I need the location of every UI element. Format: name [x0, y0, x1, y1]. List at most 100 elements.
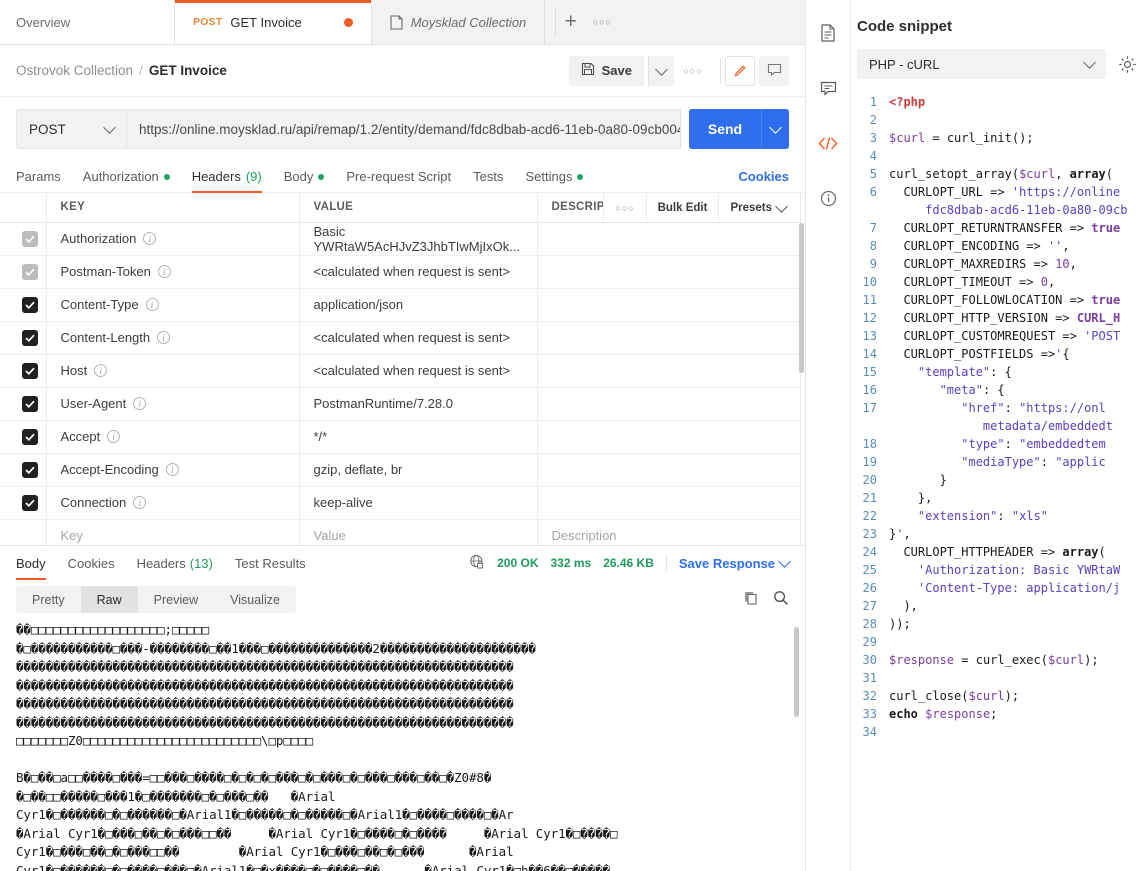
row-checkbox-cell — [0, 255, 47, 289]
language-select[interactable]: PHP - cURL — [857, 49, 1106, 79]
tab-authorization[interactable]: Authorization — [72, 161, 181, 193]
breadcrumb-request[interactable]: GET Invoice — [149, 63, 227, 78]
tab-params[interactable]: Params — [16, 161, 72, 193]
placeholder-description-cell[interactable]: Description — [537, 519, 801, 545]
tab-tests[interactable]: Tests — [462, 161, 514, 193]
response-tab-cookies[interactable]: Cookies — [57, 546, 126, 580]
code-token: <?php — [889, 95, 926, 109]
cookies-link[interactable]: Cookies — [738, 169, 789, 184]
row-key-cell[interactable]: Accept-Encoding i — [46, 453, 300, 487]
format-visualize[interactable]: Visualize — [214, 586, 296, 613]
send-button[interactable]: Send — [689, 109, 761, 149]
row-value-cell[interactable]: application/json — [299, 288, 538, 322]
row-value-cell[interactable]: */* — [299, 420, 538, 454]
info-icon[interactable]: i — [133, 496, 147, 509]
info-icon[interactable]: i — [157, 265, 171, 278]
code-snippet-body[interactable]: 1 <?php 2 3 $curl = curl_init(); 4 5 curl_set… — [851, 85, 1144, 871]
save-button[interactable]: Save — [568, 55, 644, 86]
info-icon[interactable] — [815, 185, 841, 211]
headers-table-scrollbar[interactable] — [799, 223, 804, 373]
row-enabled-checkbox[interactable] — [21, 230, 38, 247]
row-value-cell[interactable]: <calculated when request is sent> — [299, 321, 538, 355]
response-tab-headers[interactable]: Headers (13) — [126, 546, 224, 580]
row-description-cell[interactable] — [537, 453, 801, 487]
row-value-cell[interactable]: gzip, deflate, br — [299, 453, 538, 487]
response-body-line: ����������������������������������������… — [16, 714, 514, 730]
row-enabled-checkbox[interactable] — [21, 296, 38, 313]
response-tab-body[interactable]: Body — [16, 546, 57, 580]
save-response-button[interactable]: Save Response — [665, 555, 791, 571]
row-key-cell[interactable]: Content-Type i — [46, 288, 300, 322]
row-key-cell[interactable]: Accept i — [46, 420, 300, 454]
format-preview[interactable]: Preview — [138, 586, 214, 613]
edit-request-button[interactable] — [725, 55, 755, 86]
row-enabled-checkbox[interactable] — [21, 461, 38, 478]
url-input[interactable]: https://online.moysklad.ru/api/remap/1.2… — [126, 109, 681, 149]
info-icon[interactable]: i — [143, 232, 157, 245]
bulk-edit-button[interactable]: Bulk Edit — [645, 193, 719, 222]
row-enabled-checkbox[interactable] — [21, 329, 38, 346]
row-enabled-checkbox[interactable] — [21, 494, 38, 511]
headers-more-icon[interactable]: ○○○ — [603, 193, 645, 222]
comments-button[interactable] — [759, 55, 789, 86]
row-key-cell[interactable]: Content-Length i — [46, 321, 300, 355]
placeholder-key-cell[interactable]: Key — [46, 519, 300, 545]
breadcrumb-collection[interactable]: Ostrovok Collection — [16, 63, 133, 78]
search-icon[interactable] — [773, 590, 789, 609]
http-method-select[interactable]: POST — [16, 109, 126, 149]
tab-bar-more-icon[interactable]: ○○○ — [587, 7, 617, 37]
tab-overview[interactable]: Overview — [0, 0, 175, 44]
row-enabled-checkbox[interactable] — [21, 428, 38, 445]
row-description-cell[interactable] — [537, 222, 801, 256]
presets-button[interactable]: Presets — [718, 193, 797, 222]
request-more-button[interactable]: ○○○ — [678, 56, 708, 86]
gear-icon[interactable] — [1116, 53, 1138, 75]
row-key-cell[interactable]: Connection i — [46, 486, 300, 520]
row-key-cell[interactable]: Host i — [46, 354, 300, 388]
tab-get-invoice[interactable]: POST GET Invoice — [175, 0, 372, 44]
placeholder-value-cell[interactable]: Value — [299, 519, 538, 545]
info-icon[interactable]: i — [145, 298, 159, 311]
format-pretty[interactable]: Pretty — [16, 586, 81, 613]
row-enabled-checkbox[interactable] — [21, 395, 38, 412]
save-options-button[interactable] — [648, 55, 674, 86]
row-value-cell[interactable]: <calculated when request is sent> — [299, 255, 538, 289]
row-description-cell[interactable] — [537, 288, 801, 322]
row-description-cell[interactable] — [537, 420, 801, 454]
row-value-cell[interactable]: Basic YWRtaW5AcHJvZ3JhbTIwMjIxOk... — [299, 222, 538, 256]
tab-headers[interactable]: Headers (9) — [181, 161, 273, 193]
tab-moysklad-collection[interactable]: Moysklad Collection — [371, 0, 546, 44]
row-key-cell[interactable]: Postman-Token i — [46, 255, 300, 289]
row-value-cell[interactable]: PostmanRuntime/7.28.0 — [299, 387, 538, 421]
code-icon[interactable] — [815, 130, 841, 156]
tab-body[interactable]: Body — [273, 161, 336, 193]
response-tab-test-results[interactable]: Test Results — [224, 546, 317, 580]
info-icon[interactable]: i — [133, 397, 147, 410]
row-description-cell[interactable] — [537, 387, 801, 421]
copy-icon[interactable] — [743, 590, 759, 609]
row-description-cell[interactable] — [537, 321, 801, 355]
format-raw[interactable]: Raw — [80, 586, 138, 613]
info-icon[interactable]: i — [107, 430, 121, 443]
new-tab-button[interactable]: + — [555, 7, 585, 37]
documentation-icon[interactable] — [815, 20, 841, 46]
info-icon[interactable]: i — [157, 331, 171, 344]
response-body[interactable]: ��□□□□□□□□□□□□□□□□□□;□□□□□ �□�����������□… — [0, 621, 805, 871]
comment-icon[interactable] — [815, 75, 841, 101]
code-line: 31 — [851, 669, 1144, 687]
send-options-button[interactable] — [761, 109, 789, 149]
tab-pre-request-script[interactable]: Pre-request Script — [335, 161, 462, 193]
response-body-scrollbar[interactable] — [794, 627, 799, 717]
row-enabled-checkbox[interactable] — [21, 362, 38, 379]
row-value-cell[interactable]: keep-alive — [299, 486, 538, 520]
row-description-cell[interactable] — [537, 255, 801, 289]
tab-settings[interactable]: Settings — [514, 161, 594, 193]
info-icon[interactable]: i — [94, 364, 108, 377]
info-icon[interactable]: i — [165, 463, 179, 476]
row-description-cell[interactable] — [537, 486, 801, 520]
row-description-cell[interactable] — [537, 354, 801, 388]
row-key-cell[interactable]: Authorization i — [46, 222, 300, 256]
row-value-cell[interactable]: <calculated when request is sent> — [299, 354, 538, 388]
row-enabled-checkbox[interactable] — [21, 263, 38, 280]
row-key-cell[interactable]: User-Agent i — [46, 387, 300, 421]
